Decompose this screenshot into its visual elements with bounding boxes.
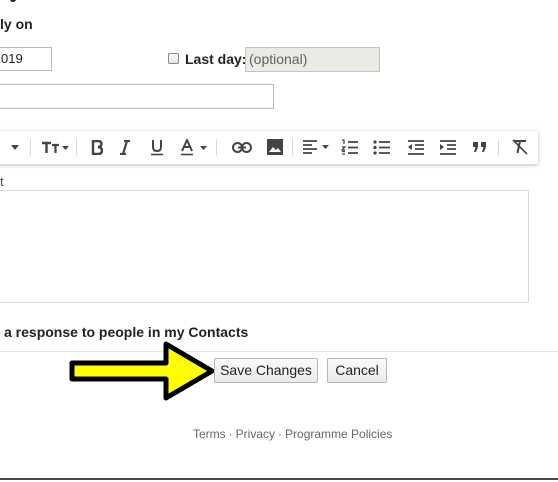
message-body-editor[interactable] [0, 190, 529, 303]
italic-icon[interactable] [114, 136, 136, 158]
terms-link[interactable]: Terms [193, 427, 226, 441]
first-day-field[interactable]: 019 [0, 47, 52, 71]
last-day-checkbox[interactable] [168, 53, 179, 64]
last-day-label: Last day: [185, 51, 247, 67]
formatting-toolbar [0, 131, 538, 164]
subject-field[interactable] [0, 84, 274, 109]
indent-more-icon[interactable] [436, 136, 460, 158]
toolbar-separator [498, 139, 499, 156]
toolbar-separator [76, 139, 77, 156]
quote-icon[interactable] [468, 136, 492, 158]
image-icon[interactable] [264, 136, 286, 158]
window-bottom-border [0, 478, 558, 480]
cancel-button[interactable]: Cancel [327, 358, 387, 383]
indent-less-icon[interactable] [404, 136, 428, 158]
toolbar-separator [216, 139, 217, 156]
toolbar-separator [30, 139, 31, 156]
vacation-responder-heading: ly on [0, 16, 33, 32]
bulleted-list-icon[interactable] [370, 136, 394, 158]
footer-separator: · [228, 427, 233, 441]
footer-separator: · [278, 427, 283, 441]
align-icon[interactable] [300, 136, 334, 158]
cropped-text-fragment [10, 0, 16, 2]
remove-formatting-icon[interactable] [508, 136, 532, 158]
footer-links: Terms · Privacy · Programme Policies [193, 427, 392, 441]
toolbar-separator [292, 139, 293, 156]
font-dropdown-chevron-icon[interactable] [8, 136, 22, 158]
text-color-icon[interactable] [178, 136, 212, 158]
programme-policies-link[interactable]: Programme Policies [285, 427, 392, 441]
save-changes-button[interactable]: Save Changes [214, 358, 318, 383]
link-icon[interactable] [230, 136, 254, 158]
yellow-arrow-annotation-icon [69, 341, 215, 401]
privacy-link[interactable]: Privacy [236, 427, 275, 441]
text-size-icon[interactable] [38, 136, 72, 158]
underline-icon[interactable] [146, 136, 168, 158]
bold-icon[interactable] [86, 136, 108, 158]
plain-text-link[interactable]: t [0, 174, 4, 189]
last-day-field[interactable]: (optional) [245, 47, 380, 72]
numbered-list-icon[interactable] [338, 136, 362, 158]
